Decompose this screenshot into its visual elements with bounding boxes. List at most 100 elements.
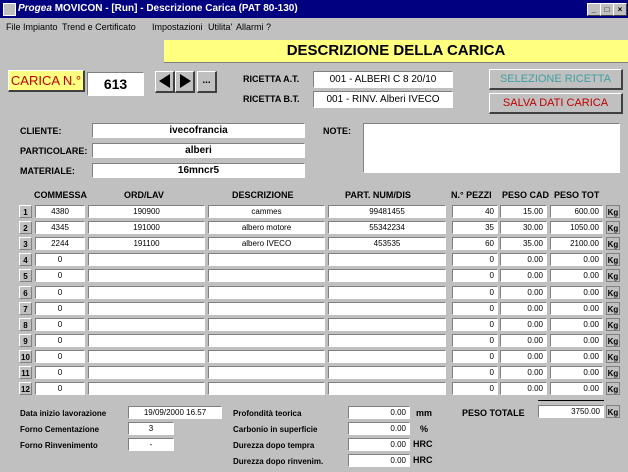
prev-icon[interactable] [155, 71, 175, 93]
cell-partnum[interactable] [328, 349, 446, 363]
cell-pezzi[interactable]: 0 [452, 317, 498, 331]
cell-partnum[interactable] [328, 333, 446, 347]
minimize-icon[interactable]: _ [587, 3, 601, 16]
cell-pesotot[interactable]: 0.00 [550, 366, 603, 379]
cell-commessa[interactable]: 0 [35, 317, 85, 331]
cell-commessa[interactable]: 0 [35, 301, 85, 315]
menu-impostazioni[interactable]: Impostazioni [152, 22, 203, 32]
cell-partnum[interactable] [328, 366, 446, 379]
cell-commessa[interactable]: 4345 [35, 221, 85, 235]
cell-pezzi[interactable]: 40 [452, 205, 498, 218]
cell-pesocad[interactable]: 0.00 [500, 253, 547, 267]
cell-commessa[interactable]: 0 [35, 382, 85, 396]
selezione-ricetta-button[interactable]: SELEZIONE RICETTA [489, 69, 623, 90]
cell-pezzi[interactable]: 0 [452, 349, 498, 363]
menu-allarmi[interactable]: Allarmi [236, 22, 264, 32]
durezza-tempra-field[interactable]: 0.00 [348, 438, 410, 451]
cell-partnum[interactable] [328, 301, 446, 315]
cell-ordlav[interactable] [88, 301, 205, 315]
cell-commessa[interactable]: 0 [35, 333, 85, 347]
cell-partnum[interactable]: 99481455 [328, 205, 446, 218]
cell-descrizione[interactable] [208, 317, 325, 331]
cell-descrizione[interactable] [208, 349, 325, 363]
cell-pesotot[interactable]: 0.00 [550, 285, 603, 299]
next-icon[interactable] [175, 71, 195, 93]
cell-commessa[interactable]: 0 [35, 366, 85, 379]
profondita-field[interactable]: 0.00 [348, 406, 410, 419]
cell-pesotot[interactable]: 0.00 [550, 253, 603, 267]
menu-file[interactable]: File [6, 22, 21, 32]
cell-pezzi[interactable]: 35 [452, 221, 498, 235]
cell-ordlav[interactable] [88, 269, 205, 283]
cell-descrizione[interactable] [208, 333, 325, 347]
cell-pezzi[interactable]: 0 [452, 285, 498, 299]
cell-descrizione[interactable] [208, 285, 325, 299]
ricetta-at-field[interactable]: 001 - ALBERI C 8 20/10 [313, 71, 453, 88]
cell-ordlav[interactable] [88, 366, 205, 379]
cell-descrizione[interactable] [208, 253, 325, 267]
cell-descrizione[interactable]: albero IVECO [208, 237, 325, 251]
menu-help[interactable]: ? [266, 22, 271, 32]
cell-pesocad[interactable]: 35.00 [500, 237, 547, 251]
cell-pezzi[interactable]: 0 [452, 301, 498, 315]
cell-partnum[interactable] [328, 317, 446, 331]
carbonio-field[interactable]: 0.00 [348, 422, 410, 435]
cell-commessa[interactable]: 0 [35, 269, 85, 283]
cell-descrizione[interactable] [208, 301, 325, 315]
cell-partnum[interactable] [328, 253, 446, 267]
cell-ordlav[interactable] [88, 317, 205, 331]
cell-pesotot[interactable]: 0.00 [550, 269, 603, 283]
particolare-field[interactable]: alberi [92, 143, 305, 158]
cell-commessa[interactable]: 0 [35, 349, 85, 363]
cell-commessa[interactable]: 4380 [35, 205, 85, 218]
cell-pesocad[interactable]: 0.00 [500, 366, 547, 379]
cell-pezzi[interactable]: 0 [452, 382, 498, 396]
cell-pezzi[interactable]: 0 [452, 366, 498, 379]
cell-pesocad[interactable]: 0.00 [500, 333, 547, 347]
cell-partnum[interactable] [328, 382, 446, 396]
data-inizio-field[interactable]: 19/09/2000 16.57 [128, 406, 222, 419]
menu-utilita[interactable]: Utilita' [208, 22, 232, 32]
cell-descrizione[interactable] [208, 366, 325, 379]
cell-ordlav[interactable] [88, 253, 205, 267]
note-field[interactable] [363, 123, 620, 173]
menu-trend[interactable]: Trend e Certificato [62, 22, 136, 32]
cell-descrizione[interactable]: albero motore [208, 221, 325, 235]
cell-commessa[interactable]: 0 [35, 253, 85, 267]
cell-ordlav[interactable]: 191000 [88, 221, 205, 235]
cell-pezzi[interactable]: 0 [452, 269, 498, 283]
cell-pesocad[interactable]: 0.00 [500, 382, 547, 396]
cell-pesotot[interactable]: 600.00 [550, 205, 603, 218]
cell-pezzi[interactable]: 0 [452, 333, 498, 347]
cell-ordlav[interactable] [88, 285, 205, 299]
ricetta-bt-field[interactable]: 001 - RINV. Alberi IVECO [313, 91, 453, 108]
cell-descrizione[interactable]: cammes [208, 205, 325, 218]
cell-pesocad[interactable]: 0.00 [500, 317, 547, 331]
cell-pesocad[interactable]: 0.00 [500, 349, 547, 363]
cell-descrizione[interactable] [208, 382, 325, 396]
cell-pesocad[interactable]: 15.00 [500, 205, 547, 218]
cell-partnum[interactable] [328, 285, 446, 299]
cell-partnum[interactable] [328, 269, 446, 283]
cell-pesotot[interactable]: 0.00 [550, 317, 603, 331]
cell-pesotot[interactable]: 0.00 [550, 333, 603, 347]
cell-pezzi[interactable]: 0 [452, 253, 498, 267]
cell-partnum[interactable]: 55342234 [328, 221, 446, 235]
cell-descrizione[interactable] [208, 269, 325, 283]
cell-ordlav[interactable] [88, 349, 205, 363]
cell-pesocad[interactable]: 0.00 [500, 269, 547, 283]
forno-cem-field[interactable]: 3 [128, 422, 174, 435]
menu-impianto[interactable]: Impianto [23, 22, 58, 32]
cell-partnum[interactable]: 453535 [328, 237, 446, 251]
cell-pesocad[interactable]: 0.00 [500, 285, 547, 299]
cell-pesotot[interactable]: 1050.00 [550, 221, 603, 235]
forno-rinv-field[interactable]: - [128, 438, 174, 451]
cell-commessa[interactable]: 2244 [35, 237, 85, 251]
cliente-field[interactable]: ivecofrancia [92, 123, 305, 138]
cell-ordlav[interactable]: 191100 [88, 237, 205, 251]
close-icon[interactable]: × [613, 3, 627, 16]
more-button[interactable]: ... [197, 71, 217, 93]
cell-ordlav[interactable] [88, 333, 205, 347]
cell-ordlav[interactable] [88, 382, 205, 396]
cell-ordlav[interactable]: 190900 [88, 205, 205, 218]
